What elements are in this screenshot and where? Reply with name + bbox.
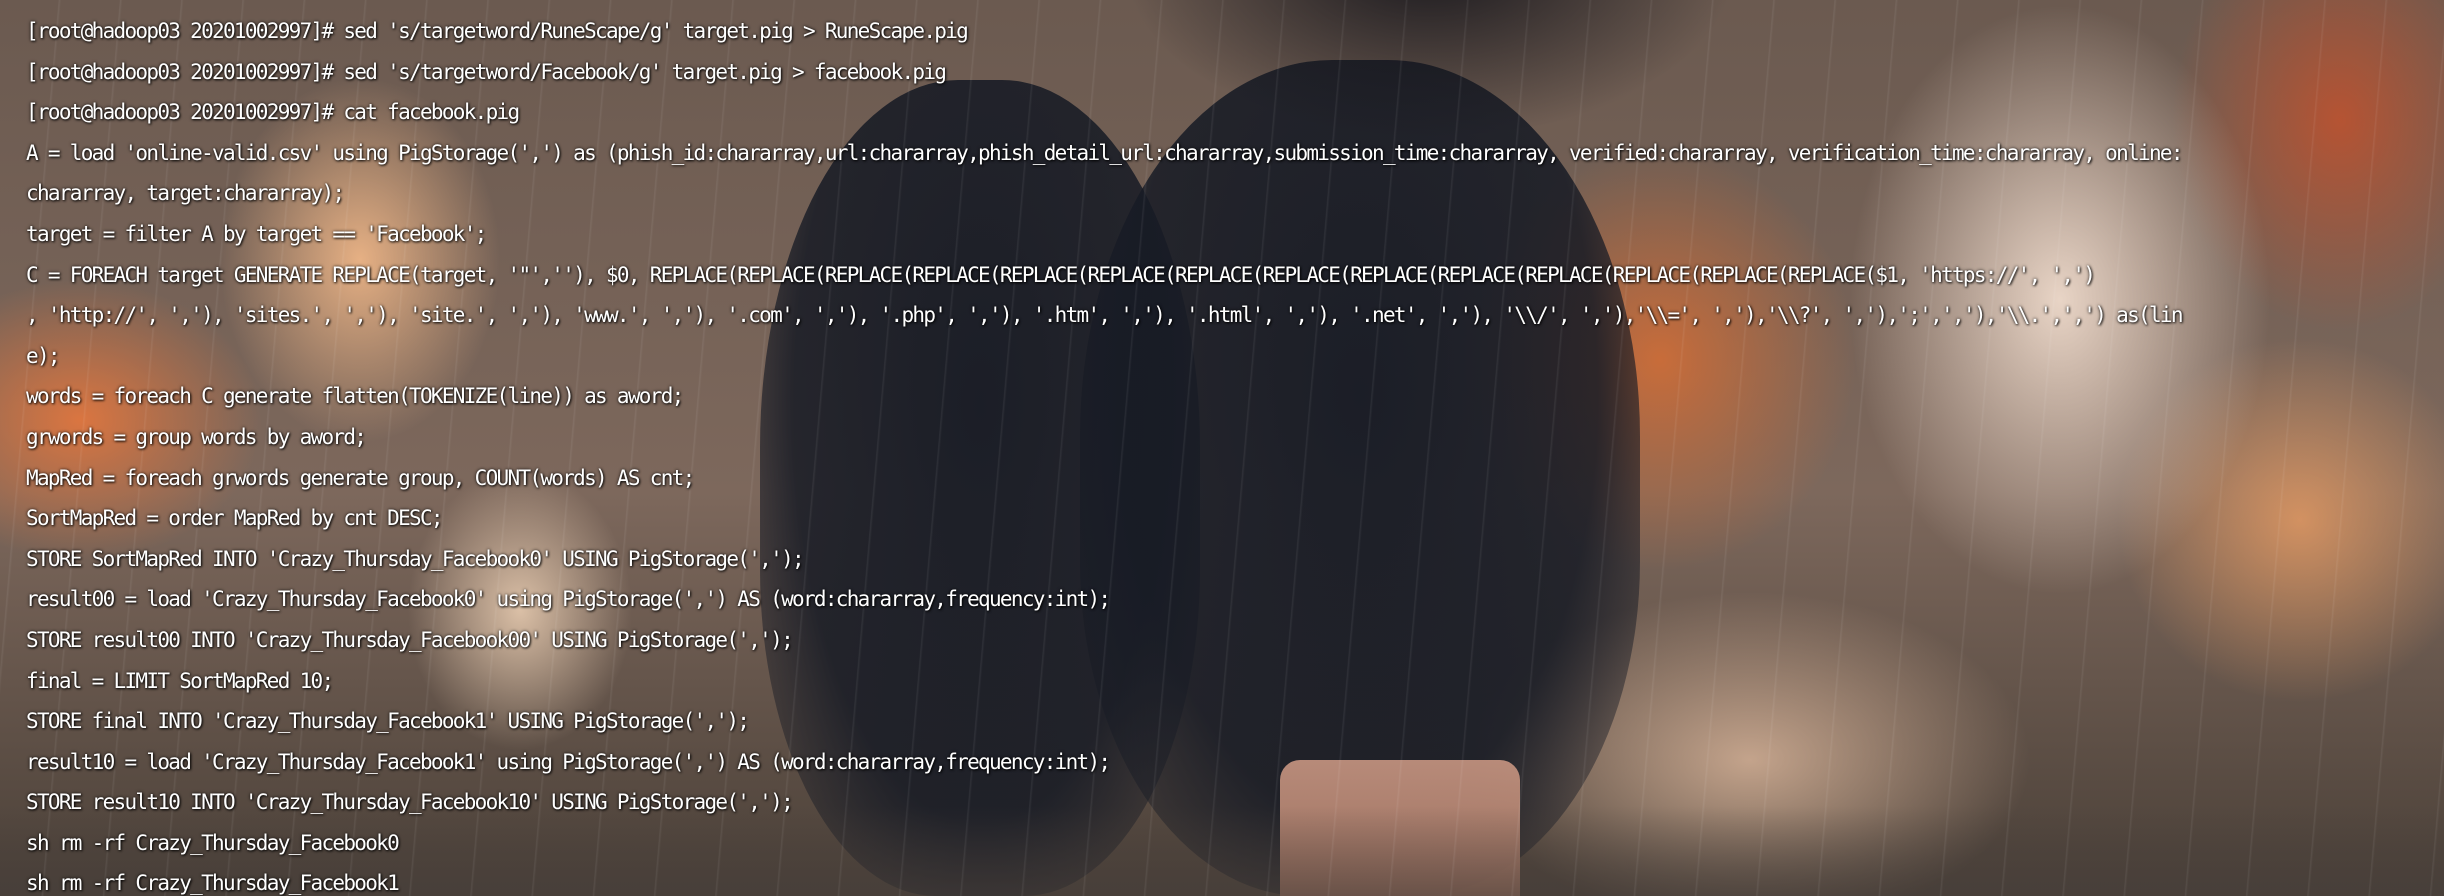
terminal-line: target = filter A by target == 'Facebook… (26, 221, 487, 246)
terminal-line: SortMapRed = order MapRed by cnt DESC; (26, 506, 444, 531)
terminal-line: words = foreach C generate flatten(TOKEN… (26, 384, 684, 409)
terminal-line: chararray, target:chararray); (26, 181, 345, 206)
terminal-line: STORE final INTO 'Crazy_Thursday_Faceboo… (26, 709, 750, 734)
terminal-line: STORE result10 INTO 'Crazy_Thursday_Face… (26, 790, 794, 815)
terminal-line: STORE SortMapRed INTO 'Crazy_Thursday_Fa… (26, 546, 805, 571)
terminal-line: [root@hadoop03 20201002997]# sed 's/targ… (26, 59, 947, 84)
terminal-output[interactable]: [root@hadoop03 20201002997]# sed 's/targ… (26, 11, 2426, 896)
terminal-line: [root@hadoop03 20201002997]# cat faceboo… (26, 100, 520, 125)
terminal-line: final = LIMIT SortMapRed 10; (26, 668, 334, 693)
terminal-line: e); (26, 343, 61, 368)
terminal-line: STORE result00 INTO 'Crazy_Thursday_Face… (26, 627, 794, 652)
terminal-line: sh rm -rf Crazy_Thursday_Facebook0 (26, 830, 400, 855)
terminal-window[interactable]: [root@hadoop03 20201002997]# sed 's/targ… (0, 0, 2444, 896)
terminal-line: C = FOREACH target GENERATE REPLACE(targ… (26, 262, 2096, 287)
terminal-line: sh rm -rf Crazy_Thursday_Facebook1 (26, 871, 400, 896)
terminal-line: , 'http://', ','), 'sites.', ','), 'site… (26, 303, 2183, 328)
terminal-line: result00 = load 'Crazy_Thursday_Facebook… (26, 587, 1111, 612)
terminal-line: A = load 'online-valid.csv' using PigSto… (26, 140, 2183, 165)
terminal-line: result10 = load 'Crazy_Thursday_Facebook… (26, 749, 1111, 774)
terminal-line: [root@hadoop03 20201002997]# sed 's/targ… (26, 19, 969, 43)
terminal-line: grwords = group words by aword; (26, 424, 367, 449)
terminal-line: MapRed = foreach grwords generate group,… (26, 465, 695, 490)
